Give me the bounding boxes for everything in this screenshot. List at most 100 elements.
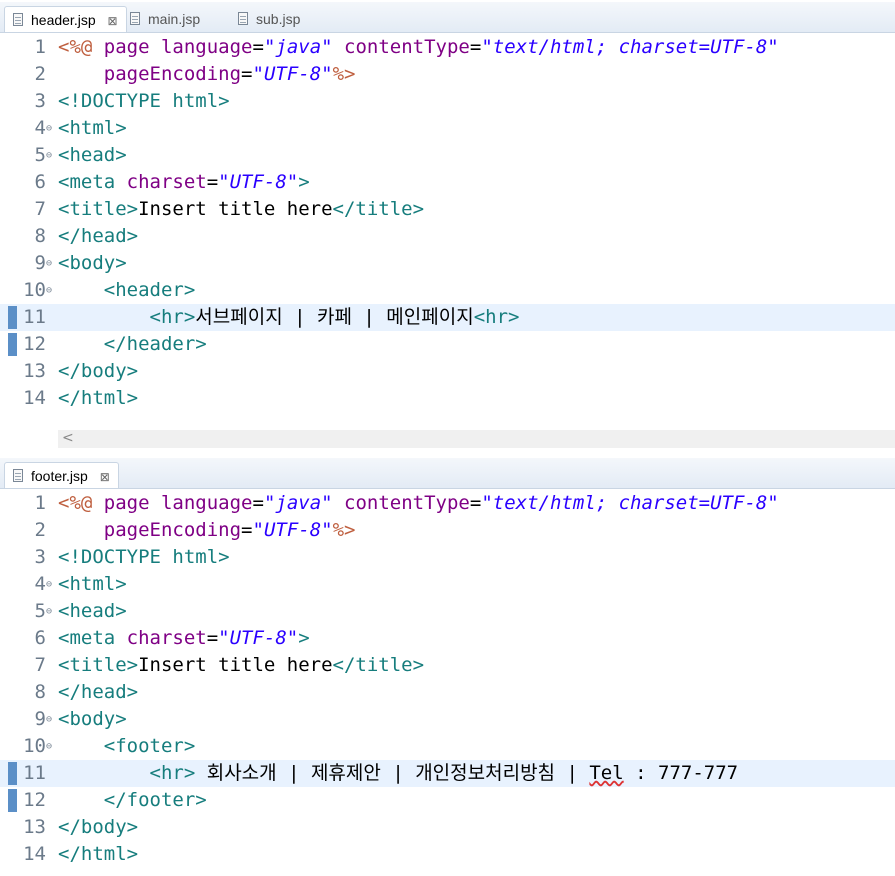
line-number: 8	[34, 225, 46, 247]
code-token: </head>	[58, 225, 139, 247]
code-text: <html>	[58, 571, 127, 598]
scroll-left-icon[interactable]: <	[62, 430, 74, 446]
fold-toggle-icon[interactable]: ⊖	[46, 598, 52, 625]
fold-toggle-icon[interactable]: ⊖	[46, 250, 52, 277]
line-number: 13	[23, 816, 46, 838]
code-text: </header>	[58, 331, 207, 358]
fold-toggle-icon[interactable]: ⊖	[46, 277, 52, 304]
line-number: 5	[34, 600, 46, 622]
code-line[interactable]: 4 ⊖ <html>	[0, 115, 895, 142]
code-text: </html>	[58, 841, 138, 868]
code-line[interactable]: 14 </html>	[0, 385, 895, 412]
tab-sub-jsp[interactable]: sub.jsp	[230, 6, 308, 32]
code-line[interactable]: 11 <hr> 회사소개 | 제휴제안 | 개인정보처리방침 | Tel : 7…	[0, 760, 895, 787]
code-token: <head>	[58, 600, 127, 622]
code-token: <footer>	[103, 735, 196, 757]
top-tab-bar: header.jsp ⊠ main.jsp sub.jsp	[0, 2, 895, 33]
code-token: </header>	[103, 333, 207, 355]
code-token: language	[160, 492, 253, 514]
code-token: pageEncoding	[103, 63, 242, 85]
code-line[interactable]: 3 <!DOCTYPE html>	[0, 88, 895, 115]
code-token: pageEncoding	[103, 519, 242, 541]
code-line[interactable]: 3 <!DOCTYPE html>	[0, 544, 895, 571]
footer-editor[interactable]: 1 <%@ page language="java" contentType="t…	[0, 490, 895, 876]
code-token: "UTF-8"	[218, 171, 299, 193]
fold-toggle-icon[interactable]: ⊖	[46, 142, 52, 169]
code-line[interactable]: 12 </header>	[0, 331, 895, 358]
code-token: </footer>	[103, 789, 207, 811]
line-number: 14	[23, 843, 46, 865]
code-line[interactable]: 8 </head>	[0, 223, 895, 250]
code-text: </footer>	[58, 787, 207, 814]
close-icon[interactable]: ⊠	[100, 464, 110, 490]
code-line[interactable]: 2 pageEncoding="UTF-8"%>	[0, 61, 895, 88]
code-line[interactable]: 13 </body>	[0, 358, 895, 385]
code-line[interactable]: 12 </footer>	[0, 787, 895, 814]
code-text: </body>	[58, 358, 138, 385]
code-line[interactable]: 6 <meta charset="UTF-8">	[0, 169, 895, 196]
code-text: </head>	[58, 223, 138, 250]
code-line[interactable]: 10 ⊖ <footer>	[0, 733, 895, 760]
code-text: <hr>서브페이지 | 카페 | 메인페이지<hr>	[58, 304, 520, 331]
code-text: <hr> 회사소개 | 제휴제안 | 개인정보처리방침 | Tel : 777-…	[58, 760, 739, 787]
header-editor[interactable]: 1 <%@ page language="java" contentType="t…	[0, 34, 895, 430]
code-token: <title>	[58, 198, 139, 220]
code-line[interactable]: 1 <%@ page language="java" contentType="t…	[0, 34, 895, 61]
code-text: <meta charset="UTF-8">	[58, 169, 310, 196]
code-token: <html>	[58, 573, 127, 595]
line-number: 11	[23, 306, 46, 328]
code-line[interactable]: 8 </head>	[0, 679, 895, 706]
code-line[interactable]: 6 <meta charset="UTF-8">	[0, 625, 895, 652]
code-line[interactable]: 5 ⊖ <head>	[0, 142, 895, 169]
tab-label: sub.jsp	[256, 11, 301, 27]
code-token: <header>	[103, 279, 196, 301]
line-number: 12	[23, 789, 46, 811]
line-number: 12	[23, 333, 46, 355]
code-text: pageEncoding="UTF-8"%>	[58, 61, 356, 88]
code-token: =	[252, 492, 264, 514]
tab-main-jsp[interactable]: main.jsp	[122, 6, 208, 32]
code-line[interactable]: 1 <%@ page language="java" contentType="t…	[0, 490, 895, 517]
code-token: <%@	[58, 492, 104, 514]
tab-footer-jsp[interactable]: footer.jsp ⊠	[4, 462, 119, 488]
horizontal-scrollbar[interactable]: <	[58, 430, 895, 448]
code-token: 회사소개 | 제휴제안 | 개인정보처리방침 |	[195, 762, 590, 784]
line-number: 11	[23, 762, 46, 784]
code-line[interactable]: 14 </html>	[0, 841, 895, 868]
code-token: "text/html; charset=UTF-8"	[481, 36, 779, 58]
code-text: <title>Insert title here</title>	[58, 196, 424, 223]
code-token: =	[252, 36, 264, 58]
fold-toggle-icon[interactable]: ⊖	[46, 706, 52, 733]
line-number: 4	[34, 573, 46, 595]
code-line[interactable]: 13 </body>	[0, 814, 895, 841]
file-icon	[238, 12, 248, 25]
code-line[interactable]: 4 ⊖ <html>	[0, 571, 895, 598]
fold-toggle-icon[interactable]: ⊖	[46, 115, 52, 142]
code-line[interactable]: 10 ⊖ <header>	[0, 277, 895, 304]
code-line[interactable]: 7 <title>Insert title here</title>	[0, 196, 895, 223]
fold-toggle-icon[interactable]: ⊖	[46, 733, 52, 760]
code-line[interactable]: 7 <title>Insert title here</title>	[0, 652, 895, 679]
code-token: language	[160, 36, 253, 58]
close-icon[interactable]: ⊠	[108, 8, 118, 34]
code-text: <footer>	[58, 733, 196, 760]
fold-toggle-icon[interactable]: ⊖	[46, 571, 52, 598]
line-number: 7	[34, 654, 46, 676]
code-line[interactable]: 5 ⊖ <head>	[0, 598, 895, 625]
code-line[interactable]: 2 pageEncoding="UTF-8"%>	[0, 517, 895, 544]
code-line[interactable]: 9 ⊖ <body>	[0, 706, 895, 733]
tab-header-jsp[interactable]: header.jsp ⊠	[4, 6, 127, 32]
code-line[interactable]: 11 <hr>서브페이지 | 카페 | 메인페이지<hr>	[0, 304, 895, 331]
code-text: <%@ page language="java" contentType="te…	[58, 34, 779, 61]
code-token: <hr>	[149, 306, 196, 328]
code-token: <meta	[58, 171, 127, 193]
code-line[interactable]: 9 ⊖ <body>	[0, 250, 895, 277]
code-token: <!DOCTYPE	[58, 90, 173, 112]
code-token: %>	[332, 63, 356, 85]
code-token: charset	[126, 171, 207, 193]
code-text: <!DOCTYPE html>	[58, 544, 230, 571]
